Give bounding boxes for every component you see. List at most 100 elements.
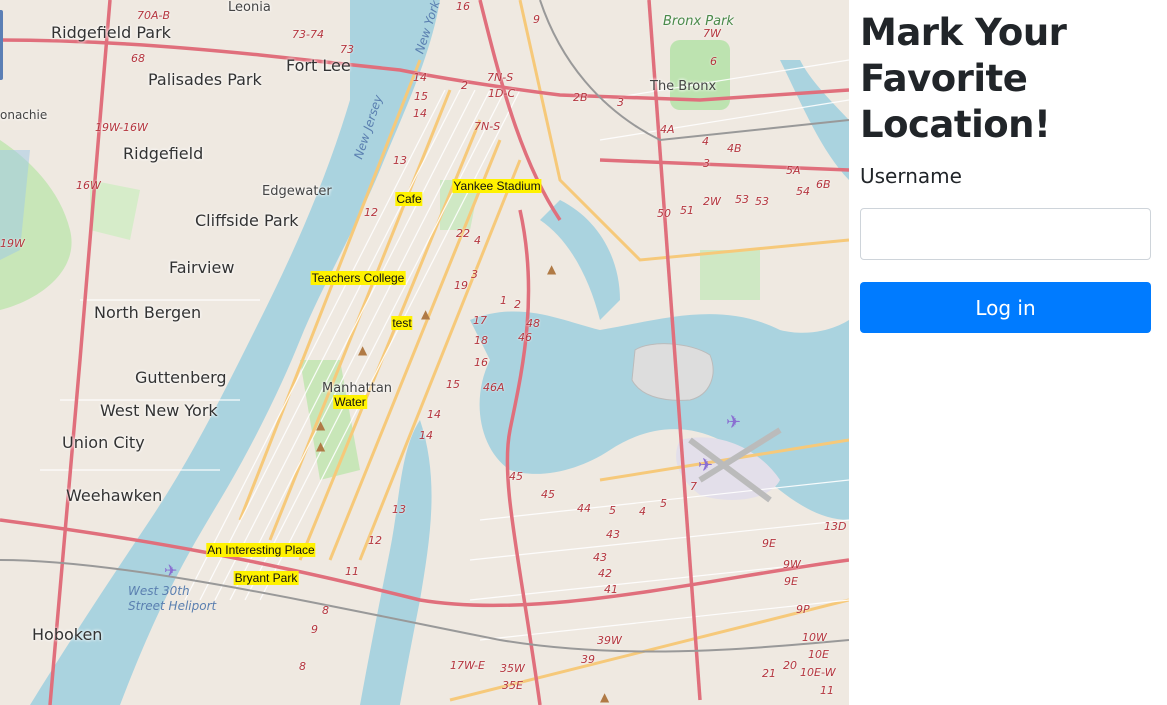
road-number: 10E-W — [800, 666, 836, 679]
road-number: 9E — [784, 575, 798, 588]
road-number: 10W — [802, 631, 827, 644]
road-number: 13D — [824, 520, 847, 533]
place-label-palisades-park: Palisades Park — [148, 70, 262, 89]
road-number: 9 — [533, 13, 540, 26]
road-number: 42 — [598, 567, 612, 580]
road-number: 35W — [500, 662, 525, 675]
marker-label: test — [391, 316, 413, 330]
peak-icon: ▲ — [547, 262, 557, 276]
road-number: 46 — [518, 331, 532, 344]
road-number: 16 — [474, 356, 488, 369]
road-number: 44 — [577, 502, 591, 515]
airport-icon: ✈ — [726, 412, 742, 433]
road-number: 45 — [541, 488, 555, 501]
road-number: 13 — [393, 154, 407, 167]
road-number: 4 — [474, 234, 481, 247]
marker-label: An Interesting Place — [206, 543, 316, 557]
road-number: 9 — [311, 623, 318, 636]
place-label-bronx-park: Bronx Park — [663, 14, 734, 29]
road-number: 17W-E — [450, 659, 485, 672]
login-button[interactable]: Log in — [860, 282, 1151, 333]
road-number: 11 — [820, 684, 834, 697]
map-view[interactable]: Bronx Park Leonia Ridgefield Park Palisa… — [0, 0, 849, 705]
place-label-ridgefield-park: Ridgefield Park — [51, 23, 171, 42]
road-number: 19W — [0, 237, 25, 250]
road-number: 4A — [660, 123, 675, 136]
login-panel: Mark Your Favorite Location! Username Lo… — [849, 0, 1167, 705]
road-number: 19 — [454, 279, 468, 292]
road-number: 4B — [727, 142, 742, 155]
heliport-icon: ✈ — [164, 561, 178, 580]
road-number: 39W — [597, 634, 622, 647]
road-number: 21 — [762, 667, 776, 680]
road-number: 50 — [657, 207, 671, 220]
place-label-weehawken: Weehawken — [66, 486, 163, 505]
road-number: 22 — [456, 227, 470, 240]
road-number: 2 — [514, 298, 521, 311]
road-number: 8 — [322, 604, 329, 617]
page-title: Mark Your Favorite Location! — [860, 11, 1067, 146]
road-number: 5A — [786, 164, 801, 177]
road-number: 43 — [593, 551, 607, 564]
road-number: 2B — [573, 91, 588, 104]
road-number: 9E — [762, 537, 776, 550]
road-number: 20 — [783, 659, 797, 672]
road-number: 16W — [76, 179, 101, 192]
peak-icon: ▲ — [421, 307, 431, 321]
road-number: 14 — [413, 71, 427, 84]
road-number: 15 — [446, 378, 460, 391]
marker-label: Teachers College — [310, 271, 406, 285]
peak-icon: ▲ — [316, 418, 326, 432]
road-number: 8 — [299, 660, 306, 673]
road-number: 73 — [340, 43, 354, 56]
road-number: 7N-S — [487, 71, 514, 84]
place-label-cliffside-park: Cliffside Park — [195, 211, 299, 230]
road-number: 9W — [783, 558, 801, 571]
road-number: 5 — [660, 497, 667, 510]
road-number: 2 — [461, 79, 468, 92]
peak-icon: ▲ — [600, 690, 610, 704]
road-number: 4 — [702, 135, 709, 148]
road-number: 48 — [526, 317, 540, 330]
place-label-edgewater: Edgewater — [262, 184, 332, 199]
road-number: 18 — [474, 334, 488, 347]
road-number: 9P — [796, 603, 810, 616]
airport-icon: ✈ — [698, 455, 714, 476]
place-label-north-bergen: North Bergen — [94, 303, 202, 322]
road-number: 15 — [414, 90, 428, 103]
marker-label: Water — [333, 395, 367, 409]
road-number: 11 — [345, 565, 359, 578]
marker-label: Bryant Park — [233, 571, 299, 585]
road-number: 5 — [609, 504, 616, 517]
road-number: 7W — [703, 27, 721, 40]
road-number: 3 — [703, 157, 710, 170]
road-number: 51 — [680, 204, 694, 217]
road-number: 7 — [690, 480, 697, 493]
place-label-ridgefield: Ridgefield — [123, 144, 204, 163]
road-number: 12 — [364, 206, 378, 219]
username-input[interactable] — [860, 208, 1151, 260]
place-label-west-new-york: West New York — [100, 401, 218, 420]
road-number: 1D-C — [488, 87, 516, 100]
place-label-union-city: Union City — [62, 433, 145, 452]
marker-label: Cafe — [395, 192, 423, 206]
road-number: 6 — [710, 55, 717, 68]
road-number: 4 — [639, 505, 646, 518]
username-label: Username — [860, 164, 962, 188]
road-number: 73-74 — [292, 28, 324, 41]
road-number: 3 — [617, 96, 624, 109]
zoom-control-edge[interactable] — [0, 10, 3, 80]
road-number: 45 — [509, 470, 523, 483]
road-number: 39 — [581, 653, 595, 666]
place-label-fort-lee: Fort Lee — [286, 56, 351, 75]
road-number: 43 — [606, 528, 620, 541]
place-label-the-bronx: The Bronx — [650, 79, 717, 94]
road-number: 7N-S — [474, 120, 501, 133]
road-number: 53 — [735, 193, 749, 206]
road-number: 54 — [796, 185, 810, 198]
road-number: 3 — [471, 268, 478, 281]
place-label-fairview: Fairview — [169, 258, 235, 277]
marker-label: Yankee Stadium — [452, 179, 542, 193]
road-number: 14 — [427, 408, 441, 421]
place-label-leonia: Leonia — [228, 0, 271, 15]
